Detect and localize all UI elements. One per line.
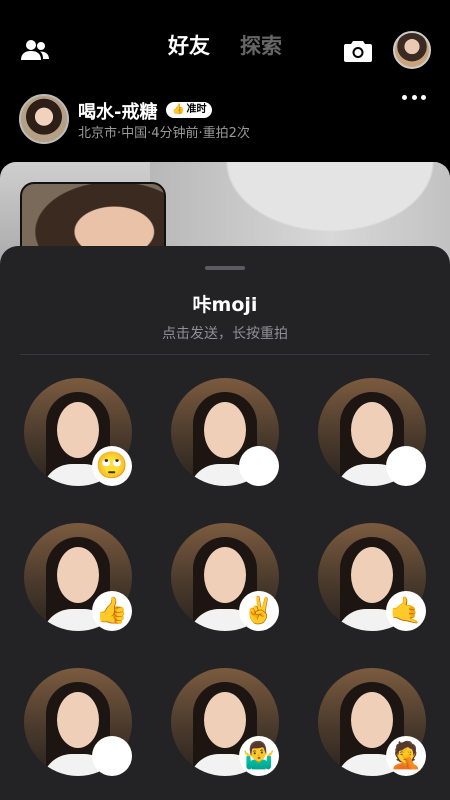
reaction-item[interactable]: 😄	[318, 378, 426, 486]
profile-avatar[interactable]	[393, 31, 431, 69]
thumbs-up-icon: 👍	[92, 591, 132, 631]
reaction-item[interactable]: 😝	[171, 378, 279, 486]
victory-hand-icon: ✌️	[239, 591, 279, 631]
camera-icon[interactable]	[344, 38, 372, 62]
screaming-face-icon: 😱	[92, 736, 132, 776]
reaction-item[interactable]: 😱	[24, 668, 132, 776]
grinning-face-icon: 😄	[386, 446, 426, 486]
sheet-title: 咔moji	[192, 294, 258, 316]
thumbs-up-icon: 👍	[172, 104, 185, 115]
squinting-tongue-icon: 😝	[239, 446, 279, 486]
reaction-item[interactable]: ✌️	[171, 523, 279, 631]
call-me-hand-icon: 🤙	[386, 591, 426, 631]
reaction-item[interactable]: 🤙	[318, 523, 426, 631]
badge-label: 准时	[186, 104, 207, 115]
post-meta: 北京市·中国·4分钟前·重拍2次	[78, 126, 250, 141]
reaction-item[interactable]: 🤦	[318, 668, 426, 776]
friends-icon[interactable]	[20, 38, 50, 62]
on-time-badge: 👍 准时	[166, 102, 213, 118]
kamoji-sheet: 咔moji 点击发送，长按重拍 🙄 😝 😄 👍 ✌️ 🤙	[0, 246, 450, 800]
post-author-name[interactable]: 喝水-戒糖	[78, 98, 157, 124]
reaction-item[interactable]: 🙄	[24, 378, 132, 486]
post-author-avatar[interactable]	[19, 94, 69, 144]
tab-friends[interactable]: 好友	[168, 30, 210, 60]
more-options-icon[interactable]	[402, 95, 426, 101]
reaction-item[interactable]: 👍	[24, 523, 132, 631]
reaction-item[interactable]: 🤷‍♂️	[171, 668, 279, 776]
tab-explore[interactable]: 探索	[240, 30, 282, 60]
face-rolling-eyes-icon: 🙄	[92, 446, 132, 486]
top-bar: 好友 探索	[0, 0, 450, 90]
shrug-icon: 🤷‍♂️	[239, 736, 279, 776]
sheet-drag-handle[interactable]	[205, 266, 245, 270]
facepalm-icon: 🤦	[386, 736, 426, 776]
sheet-subtitle: 点击发送，长按重拍	[162, 326, 288, 342]
divider	[20, 354, 430, 355]
